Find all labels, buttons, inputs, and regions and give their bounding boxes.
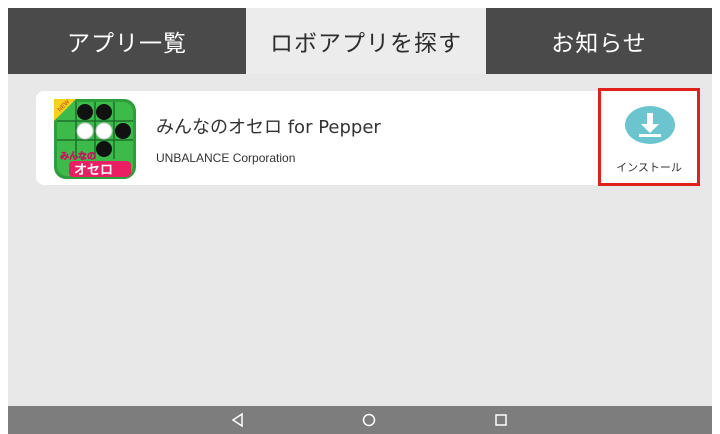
back-icon[interactable] xyxy=(229,412,247,428)
app-list-item[interactable]: NEW みんなの オセロ みんなのオセロ for Pepper UNBALANC… xyxy=(36,91,601,185)
tab-find-robo-apps[interactable]: ロボアプリを探す xyxy=(246,8,486,74)
othello-app-icon[interactable]: NEW みんなの オセロ xyxy=(54,99,136,179)
android-nav-bar xyxy=(8,406,712,434)
app-store-screen: アプリ一覧 ロボアプリを探す お知らせ NEW みんなの オセロ みんなのオセロ… xyxy=(8,8,712,434)
tab-app-list[interactable]: アプリ一覧 xyxy=(8,8,246,74)
install-button[interactable]: インストール xyxy=(598,88,700,186)
tab-bar: アプリ一覧 ロボアプリを探す お知らせ xyxy=(8,8,712,74)
install-label: インストール xyxy=(616,161,682,174)
recents-icon[interactable] xyxy=(492,412,510,428)
home-icon[interactable] xyxy=(360,412,378,428)
download-icon xyxy=(625,106,675,144)
icon-text-bottom: オセロ xyxy=(74,163,113,178)
tab-notifications[interactable]: お知らせ xyxy=(486,8,712,74)
app-developer: UNBALANCE Corporation xyxy=(156,151,296,165)
app-title[interactable]: みんなのオセロ for Pepper xyxy=(156,113,381,139)
icon-text-top: みんなの xyxy=(60,151,96,162)
